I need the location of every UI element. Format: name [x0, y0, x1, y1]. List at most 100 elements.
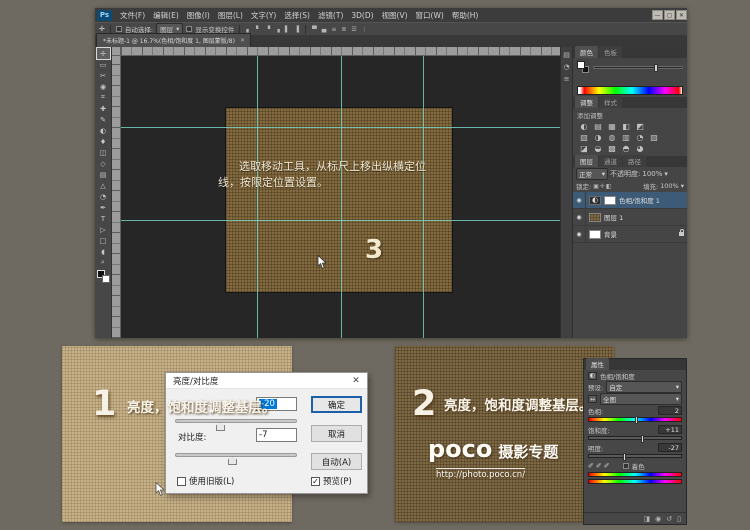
adjustment-icon[interactable]: ▨: [649, 133, 659, 142]
foreground-background-swatches[interactable]: [97, 270, 110, 283]
tool-hand[interactable]: ◖: [97, 246, 110, 257]
visibility-eye-icon[interactable]: ◉: [573, 226, 586, 242]
tool-clone[interactable]: ♦: [97, 136, 110, 147]
vertical-guide[interactable]: [257, 56, 258, 338]
channel-dropdown[interactable]: 全图 ▾: [600, 393, 682, 405]
layer-row-hue-saturation[interactable]: ◉ ◐ 色相/饱和度 1: [573, 192, 687, 209]
tool-shape[interactable]: □: [97, 235, 110, 246]
adjustment-icon[interactable]: ▥: [621, 133, 631, 142]
menu-file[interactable]: 文件(F): [116, 10, 149, 21]
adjustment-layer-icon[interactable]: ◐: [589, 196, 601, 205]
align-icon[interactable]: ▐: [293, 26, 300, 33]
brightness-slider-handle[interactable]: [216, 422, 225, 431]
brightness-slider[interactable]: [175, 419, 297, 423]
color-swatch-pair[interactable]: [577, 61, 589, 73]
document-tab[interactable]: *未标题-1 @ 16.7%(色相/饱和度 1, 图层蒙版/8) ✕: [96, 33, 251, 47]
tab-paths[interactable]: 路径: [623, 155, 646, 167]
tool-brush[interactable]: ◐: [97, 125, 110, 136]
tool-history-brush[interactable]: ◫: [97, 147, 110, 158]
tool-dodge[interactable]: ◔: [97, 191, 110, 202]
layer-name[interactable]: 背景: [604, 229, 617, 239]
menu-edit[interactable]: 编辑(E): [149, 10, 183, 21]
info-panel-icon[interactable]: ◔: [563, 63, 569, 71]
adjustment-icon[interactable]: ◑: [593, 133, 603, 142]
adjustment-icon[interactable]: ▧: [579, 133, 589, 142]
adjustment-icon[interactable]: ◩: [635, 122, 645, 131]
history-panel-icon[interactable]: ▤: [563, 51, 570, 59]
clip-layer-icon[interactable]: ◨: [644, 515, 651, 523]
horizontal-guide[interactable]: [121, 127, 560, 128]
adjustment-icon[interactable]: ◕: [635, 144, 645, 153]
color-slider[interactable]: [593, 66, 683, 69]
layer-thumbnail[interactable]: [589, 230, 601, 239]
preview-checkbox-row[interactable]: ✓ 预览(P): [311, 475, 352, 487]
vertical-ruler[interactable]: [112, 56, 121, 338]
opacity-value[interactable]: 100%: [642, 170, 662, 178]
color-slider-handle[interactable]: [654, 64, 658, 72]
use-legacy-checkbox-row[interactable]: 使用旧版(L): [177, 475, 234, 487]
adjustment-icon[interactable]: ◒: [593, 144, 603, 153]
saturation-slider[interactable]: [588, 436, 682, 440]
lightness-value[interactable]: -27: [658, 443, 682, 452]
adjustment-icon[interactable]: ◔: [635, 133, 645, 142]
hue-slider-handle[interactable]: [635, 416, 638, 424]
horizontal-guide[interactable]: [121, 220, 560, 221]
tool-move[interactable]: ✛: [97, 48, 110, 59]
align-icon[interactable]: ▗: [274, 26, 281, 33]
blend-mode-dropdown[interactable]: 正常 ▾: [576, 168, 608, 180]
layer-row-background[interactable]: ◉ 背景: [573, 226, 687, 243]
tool-gradient[interactable]: ▤: [97, 169, 110, 180]
show-transform-checkbox[interactable]: [186, 26, 192, 32]
adjustment-icon[interactable]: ▦: [607, 122, 617, 131]
menu-type[interactable]: 文字(Y): [247, 10, 280, 21]
menu-layer[interactable]: 图层(L): [214, 10, 247, 21]
tool-healing[interactable]: ✎: [97, 114, 110, 125]
dialog-title-bar[interactable]: 亮度/对比度 ✕: [166, 373, 367, 389]
tab-properties[interactable]: 属性: [586, 358, 609, 370]
tool-type[interactable]: T: [97, 213, 110, 224]
adjustment-icon[interactable]: ▩: [607, 144, 617, 153]
tab-adjustments[interactable]: 调整: [575, 96, 598, 108]
auto-select-checkbox[interactable]: [116, 26, 122, 32]
visibility-eye-icon[interactable]: ◉: [655, 515, 661, 523]
checkbox-checked[interactable]: ✓: [311, 477, 320, 486]
ok-button[interactable]: 确定: [311, 396, 362, 413]
checkbox-unchecked[interactable]: [177, 477, 186, 486]
delete-icon[interactable]: ▯: [677, 515, 681, 523]
tool-eyedropper[interactable]: ✚: [97, 103, 110, 114]
layer-name[interactable]: 色相/饱和度 1: [619, 195, 660, 205]
adjustment-icon[interactable]: ◍: [607, 133, 617, 142]
distribute-icon[interactable]: ▀: [311, 26, 318, 33]
cancel-button[interactable]: 取消: [311, 425, 362, 442]
background-color[interactable]: [102, 275, 110, 283]
distribute-icon[interactable]: ≣: [340, 26, 347, 33]
minimize-icon[interactable]: —: [652, 10, 663, 20]
auto-button[interactable]: 自动(A): [311, 453, 362, 470]
canvas-image[interactable]: [226, 108, 452, 292]
align-icon[interactable]: ▝: [265, 26, 272, 33]
visibility-eye-icon[interactable]: ◉: [573, 209, 586, 225]
tool-eraser[interactable]: ◇: [97, 158, 110, 169]
adjustment-icon[interactable]: ◪: [579, 144, 589, 153]
menu-3d[interactable]: 3D(D): [347, 11, 377, 20]
close-icon[interactable]: ✕: [345, 376, 367, 386]
align-icon[interactable]: ▖: [245, 26, 252, 33]
tab-color[interactable]: 颜色: [575, 46, 598, 58]
hue-value[interactable]: 2: [658, 406, 682, 415]
tool-quick-select[interactable]: ◉: [97, 81, 110, 92]
contrast-slider[interactable]: [175, 453, 297, 457]
distribute-icon[interactable]: ⋮: [361, 26, 369, 33]
distribute-icon[interactable]: ▄: [321, 26, 328, 33]
tool-zoom[interactable]: ⌕: [97, 257, 110, 268]
preset-dropdown[interactable]: 自定 ▾: [606, 381, 682, 393]
layer-row-layer1[interactable]: ◉ 图层 1: [573, 209, 687, 226]
vertical-guide[interactable]: [341, 56, 342, 338]
distribute-icon[interactable]: ≡: [330, 26, 337, 33]
tool-blur[interactable]: △: [97, 180, 110, 191]
hue-slider[interactable]: [588, 417, 682, 422]
menu-select[interactable]: 选择(S): [280, 10, 314, 21]
tool-pen[interactable]: ✒: [97, 202, 110, 213]
maximize-icon[interactable]: ▢: [664, 10, 675, 20]
eyedropper-icons[interactable]: ✐✐✐: [588, 462, 612, 470]
adjustment-icon[interactable]: ◐: [579, 122, 589, 131]
